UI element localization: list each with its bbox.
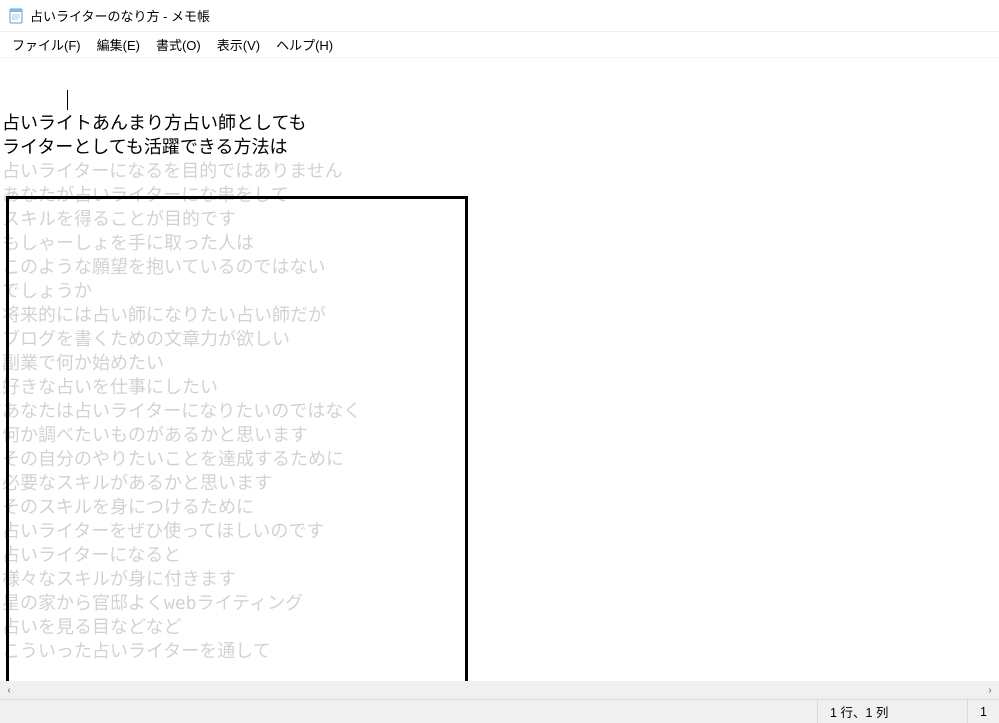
horizontal-scrollbar[interactable]: ‹ › bbox=[0, 681, 999, 699]
menu-view[interactable]: 表示(V) bbox=[209, 32, 268, 57]
scroll-right-button[interactable]: › bbox=[981, 681, 999, 699]
scroll-left-button[interactable]: ‹ bbox=[0, 681, 18, 699]
editor-area: 占いライトあんまり方占い師としても ライターとしても活躍できる方法は 占いライタ… bbox=[0, 58, 999, 699]
window-title: 占いライターのなり方 - メモ帳 bbox=[30, 6, 210, 25]
title-bar: 占いライターのなり方 - メモ帳 bbox=[0, 0, 999, 32]
faded-text-block: 占いライターになるを目的ではありませんあなたが占いライターにな串をしてスキルを得… bbox=[2, 160, 997, 664]
menu-format[interactable]: 書式(O) bbox=[148, 32, 209, 57]
status-zoom-trail: 1 bbox=[967, 700, 999, 723]
menu-file[interactable]: ファイル(F) bbox=[4, 32, 89, 57]
notepad-window: 占いライターのなり方 - メモ帳 ファイル(F) 編集(E) 書式(O) 表示(… bbox=[0, 0, 999, 723]
status-bar: 1 行、1 列 1 bbox=[0, 699, 999, 723]
menu-help[interactable]: ヘルプ(H) bbox=[268, 32, 341, 57]
notepad-icon bbox=[8, 8, 24, 24]
status-cursor-position: 1 行、1 列 bbox=[817, 700, 967, 723]
menu-edit[interactable]: 編集(E) bbox=[89, 32, 148, 57]
text-caret bbox=[67, 90, 68, 110]
text-editor[interactable]: 占いライトあんまり方占い師としても ライターとしても活躍できる方法は 占いライタ… bbox=[0, 58, 999, 681]
scroll-track[interactable] bbox=[18, 681, 981, 699]
menu-bar: ファイル(F) 編集(E) 書式(O) 表示(V) ヘルプ(H) bbox=[0, 32, 999, 58]
